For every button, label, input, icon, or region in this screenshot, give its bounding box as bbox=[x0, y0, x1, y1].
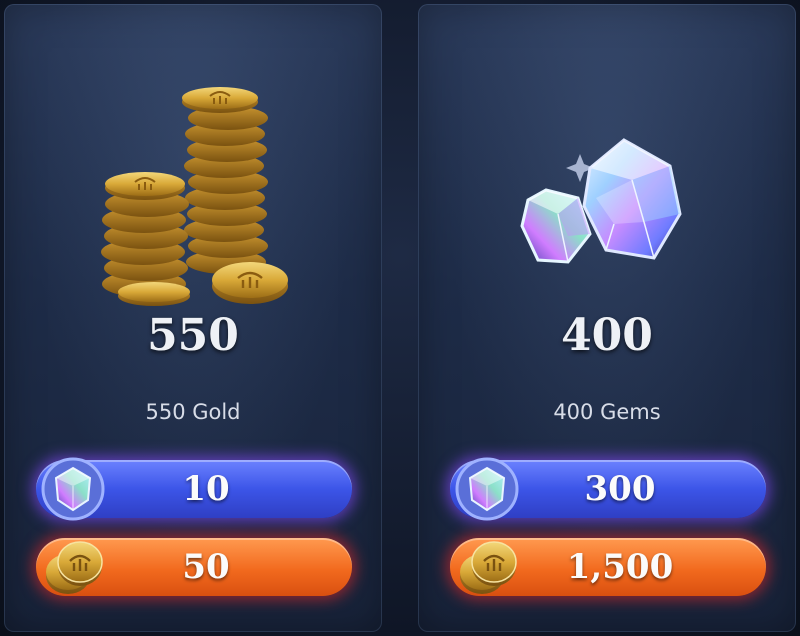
gold-coin-icon bbox=[40, 534, 106, 600]
gold-coin-icon bbox=[454, 534, 520, 600]
gem-icon bbox=[40, 456, 106, 522]
offer-amount: 550 bbox=[147, 310, 239, 361]
offer-description: 550 Gold bbox=[145, 400, 241, 424]
buy-with-gold-button[interactable]: 50 bbox=[36, 538, 352, 596]
gems-offer-card[interactable]: 400 400 Gems 300 1,500 bbox=[418, 4, 796, 632]
offer-amount: 400 bbox=[561, 310, 653, 361]
gold-offer-card[interactable]: 550 550 Gold 10 50 bbox=[4, 4, 382, 632]
offer-description: 400 Gems bbox=[553, 400, 661, 424]
gems-icon bbox=[418, 74, 796, 314]
gem-icon bbox=[454, 456, 520, 522]
buy-with-gems-button[interactable]: 300 bbox=[450, 457, 766, 521]
buy-with-gems-button[interactable]: 10 bbox=[36, 457, 352, 521]
gold-coins-stack-icon bbox=[4, 74, 382, 314]
buy-with-gold-button[interactable]: 1,500 bbox=[450, 538, 766, 596]
